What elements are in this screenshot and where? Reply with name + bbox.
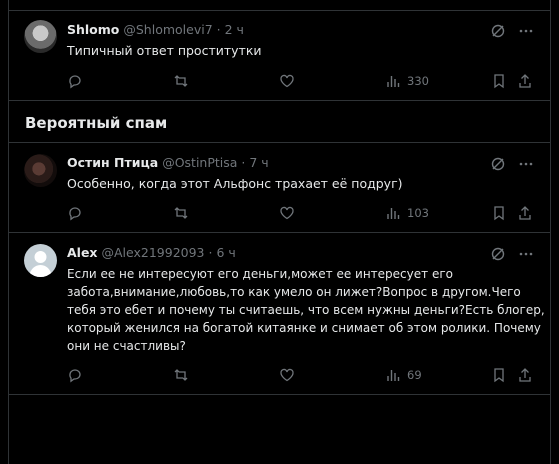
views-button[interactable]: 103 [385,205,429,221]
divider [9,100,550,101]
tweet-ostin[interactable]: Остин Птица @OstinPtisa · 7 ч Особенно, … [9,142,550,232]
share-icon [517,205,533,221]
retweet-button[interactable] [173,367,189,383]
views-button[interactable]: 69 [385,367,422,383]
tweet-top-icons [490,23,534,43]
more-icon[interactable] [518,246,534,266]
views-count: 69 [407,368,422,382]
tweet-top-icons [490,246,534,266]
reply-button[interactable] [67,205,83,221]
share-button[interactable] [517,205,533,221]
author-name[interactable]: Shlomo [67,22,119,37]
tweet-header: Остин Птица @OstinPtisa · 7 ч [67,155,269,171]
tweet-header: Shlomo @Shlomolevi7 · 2 ч [67,22,244,38]
more-icon[interactable] [518,156,534,176]
author-name[interactable]: Остин Птица [67,155,158,170]
retweet-button[interactable] [173,205,189,221]
like-button[interactable] [279,205,295,221]
timestamp[interactable]: 6 ч [216,245,235,260]
reply-button[interactable] [67,367,83,383]
reply-icon [67,367,83,383]
tweet-shlomo[interactable]: Shlomo @Shlomolevi7 · 2 ч Типичный ответ… [9,10,550,100]
like-button[interactable] [279,367,295,383]
avatar[interactable] [24,20,57,53]
avatar[interactable] [24,244,57,277]
bookmark-icon [491,73,507,89]
reply-button[interactable] [67,73,83,89]
reply-icon [67,73,83,89]
tweet-line: тебя это ебет и почему ты считаешь, что … [67,303,545,317]
avatar[interactable] [24,154,57,187]
reply-icon [67,205,83,221]
timeline-column: Shlomo @Shlomolevi7 · 2 ч Типичный ответ… [8,0,551,464]
bookmark-button[interactable] [491,367,507,383]
author-handle[interactable]: @Alex21992093 [101,245,204,260]
tweet-line: они не счастливы? [67,339,186,353]
like-icon [279,367,295,383]
like-icon [279,205,295,221]
bookmark-icon [491,205,507,221]
tweet-actions: 69 [67,367,538,383]
grok-icon[interactable] [490,23,506,43]
separator: · [216,22,221,37]
separator: · [208,245,213,260]
bookmark-button[interactable] [491,205,507,221]
tweet-actions: 330 [67,73,538,89]
more-icon[interactable] [518,23,534,43]
views-count: 103 [407,206,429,220]
views-icon [385,205,401,221]
timestamp[interactable]: 2 ч [225,22,244,37]
bookmark-button[interactable] [491,73,507,89]
author-name[interactable]: Alex [67,245,98,260]
like-button[interactable] [279,73,295,89]
views-button[interactable]: 330 [385,73,429,89]
retweet-button[interactable] [173,73,189,89]
tweet-top-icons [490,156,534,176]
share-button[interactable] [517,367,533,383]
share-icon [517,73,533,89]
default-avatar-icon [29,251,52,277]
tweet-line: который женился на богатой китаянке и сн… [67,321,541,335]
tweet-header: Alex @Alex21992093 · 6 ч [67,245,236,261]
retweet-icon [173,367,189,383]
tweet-alex[interactable]: Alex @Alex21992093 · 6 ч Если ее не инте… [9,232,550,392]
views-count: 330 [407,74,429,88]
share-button[interactable] [517,73,533,89]
grok-icon[interactable] [490,246,506,266]
tweet-line: Если ее не интересуют его деньги,может е… [67,267,453,281]
views-icon [385,73,401,89]
retweet-icon [173,73,189,89]
tweet-line: Типичный ответ проститутки [67,43,262,58]
separator: · [241,155,246,170]
retweet-icon [173,205,189,221]
timestamp[interactable]: 7 ч [249,155,268,170]
tweet-text: Особенно, когда этот Альфонс трахает её … [67,175,538,193]
grok-icon[interactable] [490,156,506,176]
section-heading: Вероятный спам [25,114,168,132]
bookmark-icon [491,367,507,383]
share-icon [517,367,533,383]
tweet-line: Особенно, когда этот Альфонс трахает её … [67,176,403,191]
tweet-text: Если ее не интересуют его деньги,может е… [67,265,545,355]
divider [9,394,550,395]
author-handle[interactable]: @OstinPtisa [162,155,237,170]
like-icon [279,73,295,89]
tweet-line: забота,внимание,любовь,то как умело он л… [67,285,521,299]
author-handle[interactable]: @Shlomolevi7 [123,22,212,37]
tweet-text: Типичный ответ проститутки [67,42,538,60]
tweet-actions: 103 [67,205,538,221]
views-icon [385,367,401,383]
